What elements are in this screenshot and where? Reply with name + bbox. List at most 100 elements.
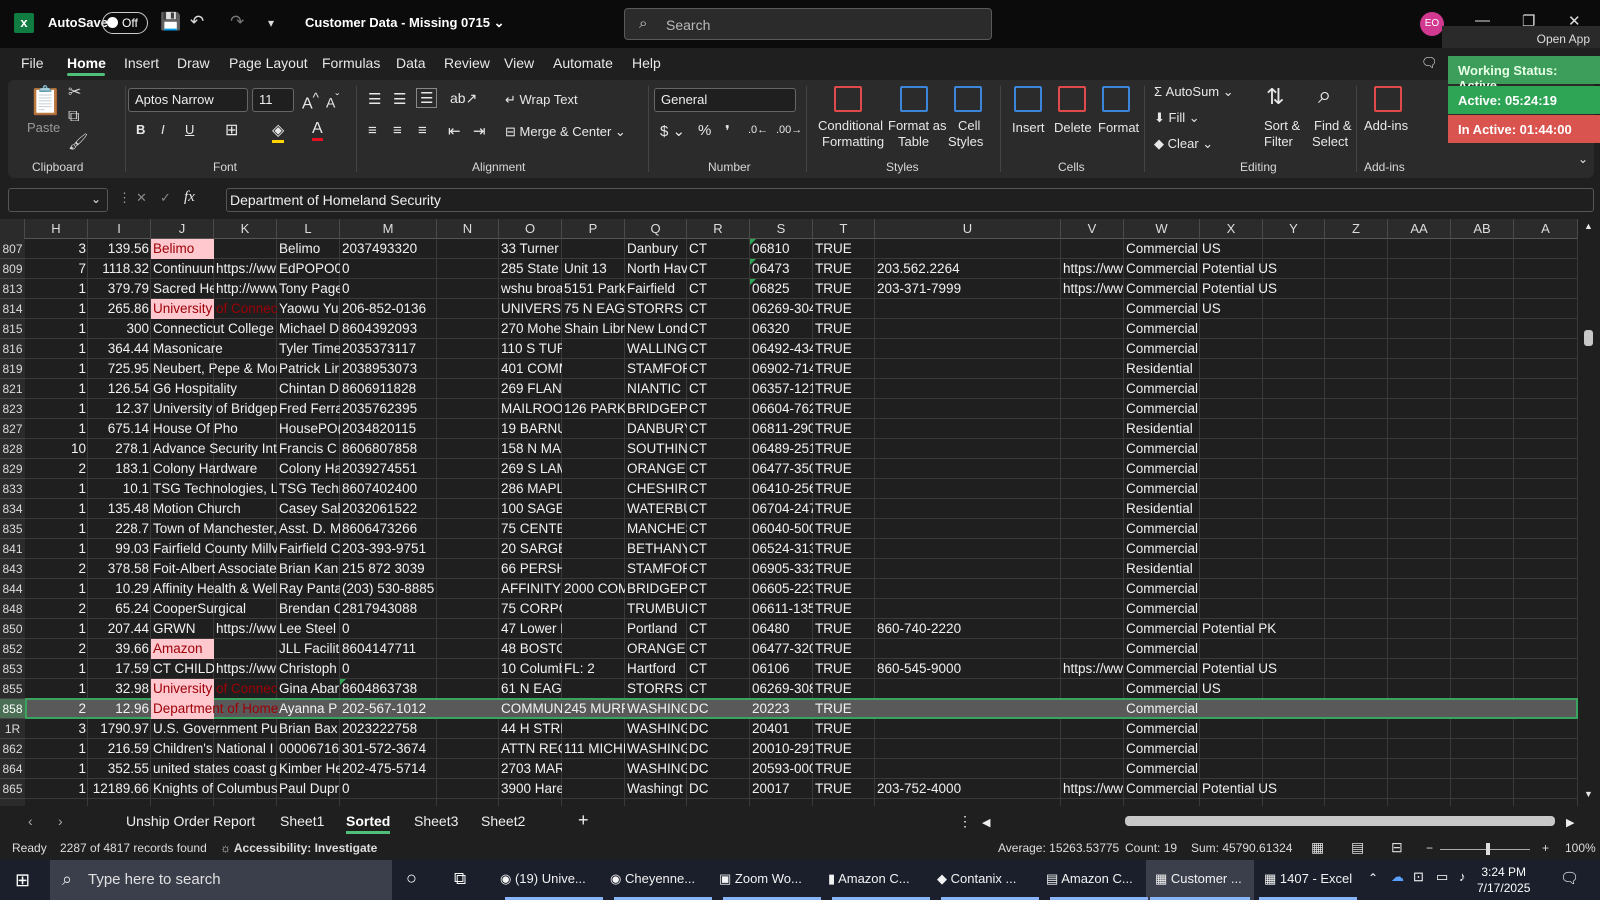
cell-v[interactable] <box>1061 679 1124 699</box>
cell-s[interactable]: 06269-308 <box>750 679 813 699</box>
row-header[interactable]: 864 <box>0 759 25 779</box>
cell-m[interactable]: 0 <box>340 779 437 799</box>
table-row[interactable]: 2 65.24 CooperSurgical Brendan C 2817943088 7… <box>25 599 1578 619</box>
cell-m[interactable]: 0 <box>340 279 437 299</box>
cell-v[interactable] <box>1061 339 1124 359</box>
cell-m[interactable]: (203) 530-8885 <box>340 579 437 599</box>
windows-start-icon[interactable]: ⊞ <box>15 870 30 891</box>
cell-v[interactable]: https://ww <box>1061 279 1124 299</box>
menu-home[interactable]: Home <box>67 55 106 71</box>
cell-i[interactable]: 99.03 <box>88 539 151 559</box>
cell-l[interactable]: Paul Dupr <box>277 779 340 799</box>
cell-o[interactable]: MAILROOI <box>499 399 562 419</box>
cell-w[interactable]: Residential <box>1124 419 1200 439</box>
percent-icon[interactable]: % <box>698 122 711 139</box>
cell-w[interactable]: Commercial <box>1124 379 1200 399</box>
column-header[interactable]: AA <box>1388 219 1451 239</box>
delete-cells-icon[interactable] <box>1058 86 1086 112</box>
cell-l[interactable]: JLL Faciliti <box>277 639 340 659</box>
menu-view[interactable]: View <box>504 55 534 71</box>
row-header[interactable]: 823 <box>0 399 25 419</box>
cell-t[interactable]: TRUE <box>813 519 875 539</box>
table-row[interactable]: 1 126.54 G6 Hospitality Chintan D 8606911828… <box>25 379 1578 399</box>
next-sheet-icon[interactable]: › <box>58 813 63 829</box>
cell-t[interactable]: TRUE <box>813 459 875 479</box>
cell-i[interactable]: 17.59 <box>88 659 151 679</box>
cell-m[interactable]: 215 872 3039 <box>340 559 437 579</box>
cell-o[interactable]: 2703 MAR <box>499 759 562 779</box>
cell-s[interactable]: 06410-256 <box>750 479 813 499</box>
cell-m[interactable]: 8606807858 <box>340 439 437 459</box>
cell-k[interactable] <box>214 459 277 479</box>
cell-h[interactable]: 1 <box>25 519 88 539</box>
cell-k[interactable] <box>214 399 277 419</box>
cell-v[interactable] <box>1061 739 1124 759</box>
cell-m[interactable]: 8604147711 <box>340 639 437 659</box>
cell-l[interactable]: Ayanna P <box>277 699 340 719</box>
cell-r[interactable]: CT <box>687 439 750 459</box>
taskbar-app-excel[interactable]: ▦ 1407 - Excel <box>1264 871 1352 887</box>
table-row[interactable]: 2 12.96 Department of Home Ayanna P 202-567-… <box>25 699 1578 719</box>
cell-r[interactable]: CT <box>687 679 750 699</box>
zoom-out-icon[interactable]: − <box>1426 841 1433 855</box>
cell-s[interactable]: 20010-291 <box>750 739 813 759</box>
menu-automate[interactable]: Automate <box>553 55 613 71</box>
cell-m[interactable]: 2034820115 <box>340 419 437 439</box>
cell-x[interactable] <box>1200 379 1325 399</box>
cell-styles-label2[interactable]: Styles <box>948 134 983 149</box>
cell-o[interactable]: 158 N MAI <box>499 439 562 459</box>
cell-v[interactable] <box>1061 539 1124 559</box>
cell-x[interactable]: US <box>1200 679 1325 699</box>
zoom-in-icon[interactable]: + <box>1542 841 1549 855</box>
cell-s[interactable]: 06106 <box>750 659 813 679</box>
zoom-slider[interactable] <box>1440 849 1530 850</box>
cell-p[interactable]: 245 MURR <box>562 699 625 719</box>
cell-m[interactable]: 8607402400 <box>340 479 437 499</box>
cell-l[interactable]: Gina Abar <box>277 679 340 699</box>
cell-q[interactable]: WASHING <box>625 699 687 719</box>
row-header[interactable]: 833 <box>0 479 25 499</box>
insert-cells-label[interactable]: Insert <box>1012 120 1045 135</box>
cell-w[interactable]: Commercial <box>1124 639 1200 659</box>
cell-m[interactable]: 8606473266 <box>340 519 437 539</box>
status-sum[interactable]: Sum: 45790.61324 <box>1191 841 1292 855</box>
cell-o[interactable]: 75 CORPO <box>499 599 562 619</box>
cell-q[interactable]: STORRS <box>625 679 687 699</box>
cell-x[interactable] <box>1200 499 1325 519</box>
cell-o[interactable]: 270 Mohe <box>499 319 562 339</box>
cell-x[interactable] <box>1200 479 1325 499</box>
cell-k[interactable] <box>214 319 277 339</box>
cell-r[interactable]: CT <box>687 339 750 359</box>
save-icon[interactable]: 💾 <box>160 12 181 32</box>
cell-h[interactable]: 1 <box>25 539 88 559</box>
cell-r[interactable]: CT <box>687 499 750 519</box>
copy-icon[interactable]: ⧉ <box>68 108 79 126</box>
table-row[interactable]: 2 39.66 Amazon JLL Faciliti 8604147711 48 BOS… <box>25 639 1578 659</box>
cell-x[interactable] <box>1200 319 1325 339</box>
cell-r[interactable]: CT <box>687 319 750 339</box>
menu-insert[interactable]: Insert <box>124 55 159 71</box>
cell-k[interactable]: https://ww <box>214 619 277 639</box>
cell-p[interactable] <box>562 499 625 519</box>
cell-o[interactable]: 47 Lower N <box>499 619 562 639</box>
cell-u[interactable] <box>875 459 1061 479</box>
add-ins-icon[interactable] <box>1374 86 1402 112</box>
cell-grid[interactable]: 3 139.56 Belimo Belimo 2037493320 33 Turner Da… <box>25 239 1578 806</box>
cell-i[interactable]: 1118.32 <box>88 259 151 279</box>
cell-w[interactable]: Commercial <box>1124 699 1200 719</box>
cell-s[interactable]: 06473 <box>750 259 813 279</box>
cell-q[interactable]: Hartford <box>625 659 687 679</box>
cell-l[interactable]: Ray Panta <box>277 579 340 599</box>
align-top-icon[interactable]: ☰ <box>368 90 381 108</box>
column-header[interactable]: K <box>214 219 277 239</box>
cell-s[interactable]: 06825 <box>750 279 813 299</box>
cell-l[interactable]: Patrick Lir <box>277 359 340 379</box>
cell-h[interactable]: 2 <box>25 559 88 579</box>
cell-h[interactable]: 2 <box>25 599 88 619</box>
cell-t[interactable]: TRUE <box>813 439 875 459</box>
cell-p[interactable]: 126 PARK / <box>562 399 625 419</box>
cell-u[interactable] <box>875 359 1061 379</box>
cell-v[interactable] <box>1061 759 1124 779</box>
cell-q[interactable]: WASHING <box>625 739 687 759</box>
cell-s[interactable]: 06902-714 <box>750 359 813 379</box>
